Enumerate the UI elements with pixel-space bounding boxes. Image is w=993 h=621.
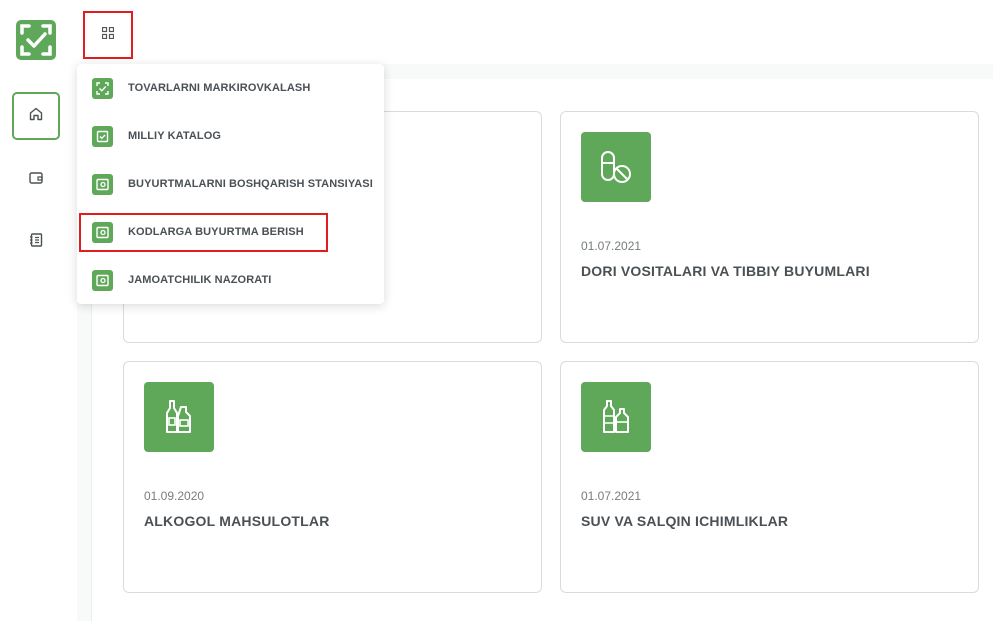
apps-menu-button[interactable] <box>83 11 133 59</box>
product-card-alcohol[interactable]: 01.09.2020 ALKOGOL MAHSULOTLAR <box>123 361 542 593</box>
product-card-medicine[interactable]: 01.07.2021 DORI VOSITALARI VA TIBBIY BUY… <box>560 111 979 343</box>
water-bottles-icon <box>581 382 651 452</box>
card-title: DORI VOSITALARI VA TIBBIY BUYUMLARI <box>581 263 870 279</box>
wallet-icon <box>28 170 44 191</box>
apps-dropdown-menu: TOVARLARNI MARKIROVKALASH MILLIY KATALOG… <box>77 64 384 304</box>
menu-item-label: MILLIY KATALOG <box>128 130 222 142</box>
menu-item-katalog[interactable]: MILLIY KATALOG <box>77 113 384 159</box>
menu-item-markirovka[interactable]: TOVARLARNI MARKIROVKALASH <box>77 65 384 111</box>
wallet-icon <box>92 173 113 195</box>
home-icon <box>28 106 44 127</box>
logo[interactable] <box>16 20 56 60</box>
menu-item-nazorat[interactable]: JAMOATCHILIK NAZORATI <box>77 257 384 303</box>
check-frame-icon <box>92 77 113 99</box>
menu-item-stansiya[interactable]: BUYURTMALARNI BOSHQARISH STANSIYASI <box>77 161 384 207</box>
nav-home-button[interactable] <box>12 92 60 140</box>
menu-item-label: BUYURTMALARNI BOSHQARISH STANSIYASI <box>128 178 373 190</box>
notebook-icon <box>28 232 44 253</box>
card-date: 01.09.2020 <box>144 489 205 503</box>
product-card-water[interactable]: 01.07.2021 SUV VA SALQIN ICHIMLIKLAR <box>560 361 979 593</box>
highlight-box <box>79 213 328 252</box>
bottles-icon <box>144 382 214 452</box>
top-bar <box>77 0 993 64</box>
nav-catalog-button[interactable] <box>12 218 60 266</box>
grid-icon <box>101 26 115 44</box>
menu-item-label: JAMOATCHILIK NAZORATI <box>128 274 272 286</box>
catalog-icon <box>92 125 113 147</box>
sidebar <box>0 0 77 621</box>
pill-icon <box>581 132 651 202</box>
menu-item-label: TOVARLARNI MARKIROVKALASH <box>128 82 311 94</box>
card-date: 01.07.2021 <box>581 489 642 503</box>
card-date: 01.07.2021 <box>581 239 642 253</box>
card-title: SUV VA SALQIN ICHIMLIKLAR <box>581 513 789 529</box>
wallet-icon <box>92 269 113 291</box>
nav-wallet-button[interactable] <box>12 156 60 204</box>
card-title: ALKOGOL MAHSULOTLAR <box>144 513 330 529</box>
